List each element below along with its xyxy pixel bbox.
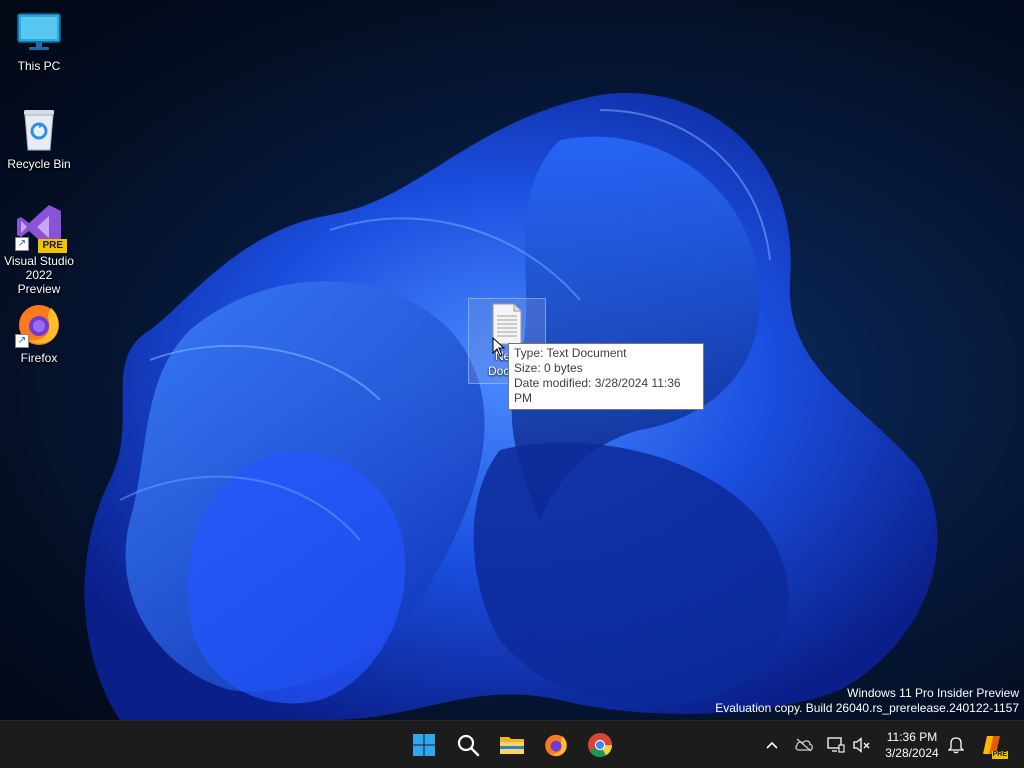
network-tray-button[interactable] — [826, 735, 846, 755]
chrome-taskbar-button[interactable] — [584, 729, 616, 761]
desktop-icon-visual-studio[interactable]: PRE ↗ Visual Studio 2022 Preview — [4, 203, 74, 296]
desktop-icon-label: Firefox — [20, 351, 58, 365]
start-button[interactable] — [408, 729, 440, 761]
search-button[interactable] — [452, 729, 484, 761]
show-hidden-icons-button[interactable] — [762, 735, 782, 755]
desktop-icon-label: This PC — [17, 59, 61, 73]
file-explorer-button[interactable] — [496, 729, 528, 761]
tooltip-date-modified: Date modified: 3/28/2024 11:36 PM — [514, 376, 681, 405]
evaluation-watermark: Windows 11 Pro Insider Preview Evaluatio… — [715, 686, 1019, 716]
onedrive-icon — [795, 738, 813, 752]
mouse-cursor-icon — [492, 337, 506, 357]
tooltip-size: Size: 0 bytes — [514, 361, 583, 375]
watermark-edition: Windows 11 Pro Insider Preview — [847, 686, 1019, 700]
chevron-up-icon — [766, 741, 778, 749]
file-explorer-icon — [500, 737, 524, 754]
copilot-preview-badge: PRE — [991, 751, 1008, 759]
desktop-icon-recycle-bin[interactable]: Recycle Bin — [4, 106, 74, 171]
desktop-icon-label-line2: 2022 Preview — [17, 268, 61, 296]
notification-bell-icon — [948, 737, 964, 754]
start-icon — [413, 734, 435, 756]
copilot-button[interactable]: PRE — [980, 733, 1008, 759]
watermark-build: Evaluation copy. Build 26040.rs_prerelea… — [715, 701, 1019, 715]
tooltip-type: Type: Text Document — [514, 346, 627, 360]
monitor-icon — [15, 8, 63, 56]
volume-muted-icon — [853, 737, 870, 753]
shortcut-arrow-icon: ↗ — [15, 237, 29, 251]
notifications-button[interactable] — [946, 735, 966, 755]
desktop-icon-label: Recycle Bin — [7, 157, 71, 171]
file-info-tooltip: Type: Text Document Size: 0 bytes Date m… — [508, 343, 704, 410]
search-icon — [457, 734, 480, 757]
firefox-taskbar-button[interactable] — [540, 729, 572, 761]
onedrive-tray-button[interactable] — [794, 735, 814, 755]
desktop-icon-label: Visual Studio — [4, 254, 74, 268]
taskbar: 11:36 PM 3/28/2024 PRE — [0, 720, 1024, 768]
clock-button[interactable]: 11:36 PM 3/28/2024 — [872, 729, 952, 761]
chrome-icon — [588, 733, 612, 758]
clock-time: 11:36 PM — [886, 730, 938, 744]
visual-studio-icon: PRE ↗ — [15, 203, 67, 253]
shortcut-arrow-icon: ↗ — [15, 334, 29, 348]
firefox-icon — [545, 734, 567, 757]
recycle-bin-icon — [15, 106, 63, 154]
desktop-icon-this-pc[interactable]: This PC — [4, 8, 74, 73]
preview-badge: PRE — [38, 239, 67, 253]
clock-date: 3/28/2024 — [885, 746, 939, 760]
desktop-icon-firefox[interactable]: ↗ Firefox — [4, 300, 74, 365]
firefox-icon: ↗ — [15, 300, 63, 348]
network-icon — [827, 737, 845, 753]
volume-tray-button[interactable] — [852, 735, 872, 755]
